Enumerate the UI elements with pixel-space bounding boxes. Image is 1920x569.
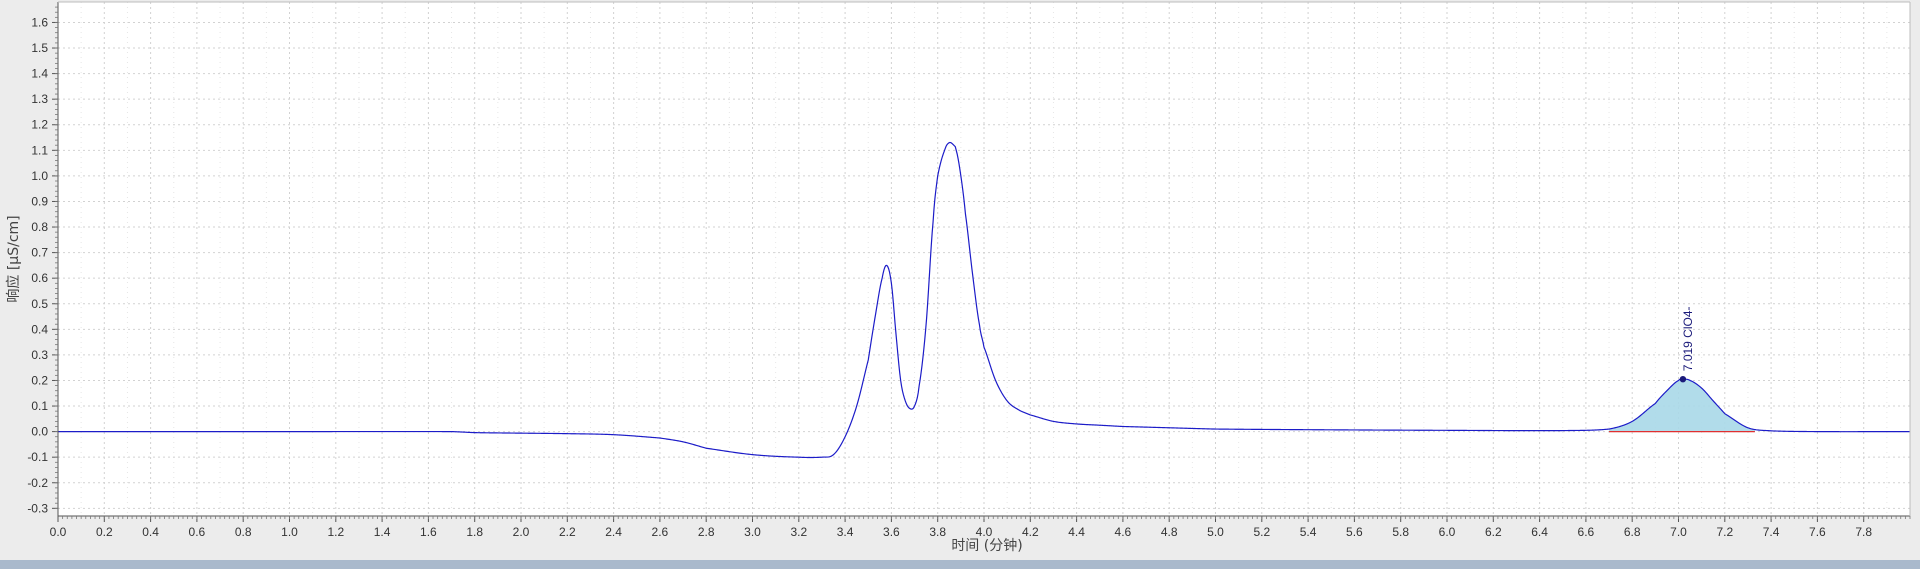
annotation-layer: 7.019 ClO4-: [1679, 306, 1695, 383]
x-tick-label: 4.8: [1161, 525, 1178, 539]
chromatogram-chart[interactable]: 0.0 0.2 0.4 0.6 0.8 1.0 1.2 1.4 1.6 1.8 2.0 2.2 2.4 2…: [0, 0, 1920, 560]
y-tick-label: 0.9: [31, 194, 48, 208]
x-axis-ticks: 0.0 0.2 0.4 0.6 0.8 1.0 1.2 1.4 1.6 1.8 2.0 2.2 2.4 2…: [50, 516, 1911, 539]
y-tick-label: 0.1: [31, 399, 48, 413]
x-tick-label: 1.4: [374, 525, 391, 539]
x-tick-label: 3.6: [883, 525, 900, 539]
x-tick-label: 5.2: [1253, 525, 1270, 539]
y-tick-label: 0.6: [31, 271, 48, 285]
x-tick-label: 6.0: [1439, 525, 1456, 539]
x-tick-label: 6.4: [1531, 525, 1548, 539]
x-tick-label: 1.0: [281, 525, 298, 539]
x-tick-label: 3.4: [837, 525, 854, 539]
x-tick-label: 6.2: [1485, 525, 1502, 539]
y-tick-label: 1.1: [31, 143, 48, 157]
peak-label: 7.019 ClO4-: [1681, 306, 1695, 371]
x-tick-label: 7.6: [1809, 525, 1826, 539]
y-tick-label: -0.2: [27, 476, 48, 490]
x-tick-label: 5.8: [1392, 525, 1409, 539]
x-tick-label: 7.2: [1716, 525, 1733, 539]
x-tick-label: 0.6: [189, 525, 206, 539]
x-tick-label: 1.8: [466, 525, 483, 539]
x-tick-label: 6.6: [1578, 525, 1595, 539]
y-tick-label: 1.3: [31, 92, 48, 106]
y-tick-label: 1.5: [31, 41, 48, 55]
y-tick-label: 0.7: [31, 246, 48, 260]
x-tick-label: 2.8: [698, 525, 715, 539]
x-tick-label: 4.2: [1022, 525, 1039, 539]
x-tick-label: 3.0: [744, 525, 761, 539]
peak-apex-marker[interactable]: [1679, 375, 1687, 383]
x-tick-label: 0.2: [96, 525, 113, 539]
x-tick-label: 5.4: [1300, 525, 1317, 539]
x-tick-label: 7.4: [1763, 525, 1780, 539]
x-tick-label: 2.0: [513, 525, 530, 539]
y-tick-label: 0.3: [31, 348, 48, 362]
x-tick-label: 2.2: [559, 525, 576, 539]
y-axis-ticks: -0.3 -0.2 -0.1 0.0 0.1 0.2 0.3 0.4 0.5 0.6 0.7 0.8 0…: [27, 6, 58, 515]
y-tick-label: 0.8: [31, 220, 48, 234]
window-bottom-strip: [0, 560, 1920, 569]
y-tick-label: 1.2: [31, 118, 48, 132]
x-tick-label: 5.6: [1346, 525, 1363, 539]
x-tick-label: 4.4: [1068, 525, 1085, 539]
x-tick-label: 1.6: [420, 525, 437, 539]
y-tick-label: 1.0: [31, 169, 48, 183]
x-tick-label: 7.8: [1855, 525, 1872, 539]
x-tick-label: 0.0: [50, 525, 67, 539]
y-tick-label: -0.3: [27, 501, 48, 515]
y-tick-label: 0.0: [31, 425, 48, 439]
x-tick-label: 0.4: [142, 525, 159, 539]
y-tick-label: 0.4: [31, 322, 48, 336]
x-tick-label: 0.8: [235, 525, 252, 539]
x-tick-label: 1.2: [327, 525, 344, 539]
x-tick-label: 4.6: [1115, 525, 1132, 539]
chromatogram-window: 0.0 0.2 0.4 0.6 0.8 1.0 1.2 1.4 1.6 1.8 2.0 2.2 2.4 2…: [0, 0, 1920, 569]
x-tick-label: 2.6: [652, 525, 669, 539]
x-tick-label: 2.4: [605, 525, 622, 539]
x-tick-label: 7.0: [1670, 525, 1687, 539]
y-tick-label: 1.6: [31, 15, 48, 29]
y-tick-label: 1.4: [31, 67, 48, 81]
y-tick-label: 0.2: [31, 373, 48, 387]
x-axis-title: 时间 (分钟): [951, 537, 1022, 554]
y-axis-title: 响应 [µS/cm]: [5, 215, 22, 302]
y-tick-label: -0.1: [27, 450, 48, 464]
x-tick-label: 3.8: [929, 525, 946, 539]
y-tick-label: 0.5: [31, 297, 48, 311]
x-tick-label: 3.2: [790, 525, 807, 539]
x-tick-label: 6.8: [1624, 525, 1641, 539]
x-tick-label: 4.0: [976, 525, 993, 539]
x-tick-label: 5.0: [1207, 525, 1224, 539]
